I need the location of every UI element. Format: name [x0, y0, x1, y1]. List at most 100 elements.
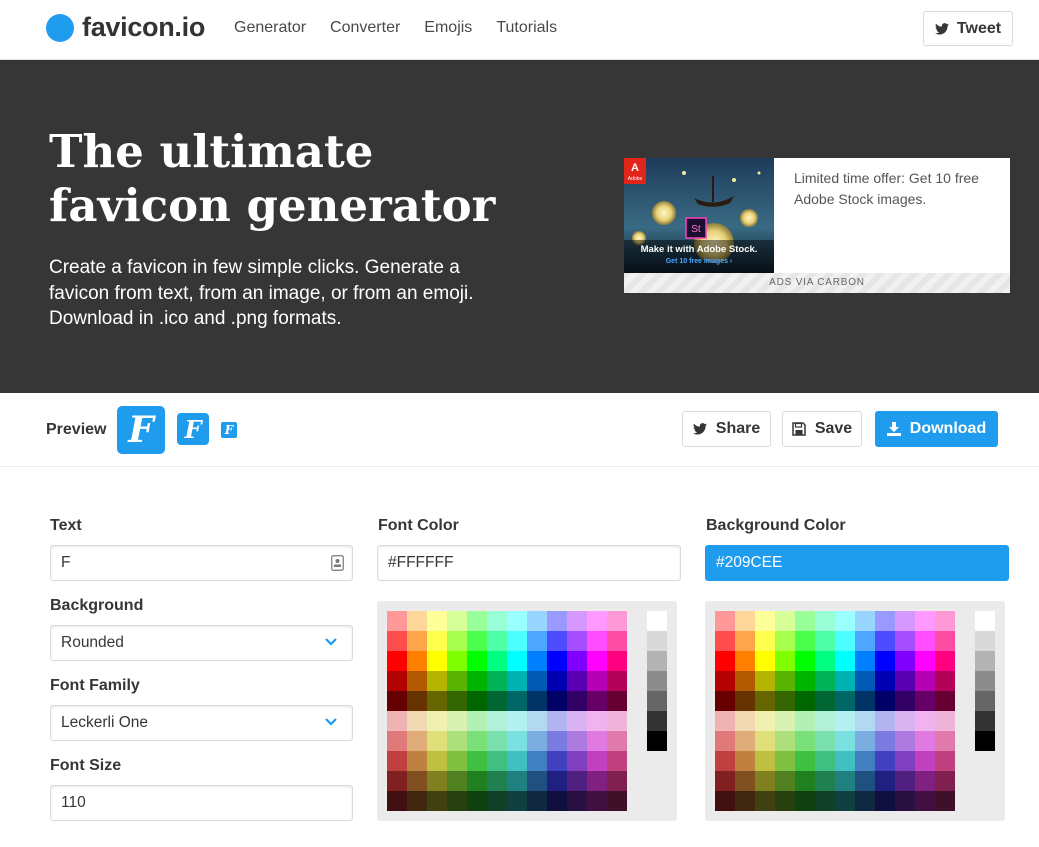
color-swatch[interactable] — [895, 751, 915, 771]
tweet-button[interactable]: Tweet — [923, 11, 1013, 46]
color-swatch[interactable] — [735, 731, 755, 751]
color-swatch[interactable] — [935, 711, 955, 731]
color-swatch[interactable] — [527, 691, 547, 711]
color-swatch[interactable] — [407, 751, 427, 771]
color-swatch[interactable] — [735, 611, 755, 631]
color-swatch[interactable] — [447, 791, 467, 811]
color-swatch[interactable] — [527, 671, 547, 691]
color-swatch[interactable] — [875, 611, 895, 631]
color-swatch[interactable] — [567, 791, 587, 811]
color-swatch[interactable] — [467, 711, 487, 731]
color-swatch[interactable] — [487, 671, 507, 691]
color-swatch[interactable] — [607, 651, 627, 671]
color-swatch[interactable] — [447, 771, 467, 791]
color-swatch[interactable] — [875, 771, 895, 791]
color-swatch[interactable] — [487, 611, 507, 631]
color-swatch[interactable] — [895, 671, 915, 691]
color-swatch[interactable] — [567, 751, 587, 771]
gray-swatch[interactable] — [647, 611, 667, 631]
nav-link-emojis[interactable]: Emojis — [424, 19, 472, 37]
color-swatch[interactable] — [507, 611, 527, 631]
color-swatch[interactable] — [547, 771, 567, 791]
color-swatch[interactable] — [875, 731, 895, 751]
color-swatch[interactable] — [815, 691, 835, 711]
color-swatch[interactable] — [715, 631, 735, 651]
gray-swatch[interactable] — [975, 631, 995, 651]
color-swatch[interactable] — [835, 671, 855, 691]
color-swatch[interactable] — [527, 791, 547, 811]
color-swatch[interactable] — [815, 751, 835, 771]
color-swatch[interactable] — [487, 631, 507, 651]
color-swatch[interactable] — [507, 711, 527, 731]
color-swatch[interactable] — [387, 771, 407, 791]
gray-swatch[interactable] — [647, 651, 667, 671]
color-swatch[interactable] — [895, 771, 915, 791]
color-swatch[interactable] — [427, 711, 447, 731]
color-swatch[interactable] — [755, 691, 775, 711]
color-swatch[interactable] — [527, 611, 547, 631]
color-swatch[interactable] — [387, 791, 407, 811]
color-swatch[interactable] — [607, 731, 627, 751]
color-swatch[interactable] — [795, 651, 815, 671]
color-swatch[interactable] — [427, 631, 447, 651]
gray-swatch[interactable] — [975, 671, 995, 691]
color-swatch[interactable] — [527, 771, 547, 791]
color-swatch[interactable] — [895, 651, 915, 671]
color-swatch[interactable] — [567, 691, 587, 711]
color-swatch[interactable] — [855, 731, 875, 751]
color-swatch[interactable] — [507, 671, 527, 691]
color-swatch[interactable] — [835, 691, 855, 711]
color-swatch[interactable] — [855, 791, 875, 811]
color-swatch[interactable] — [467, 671, 487, 691]
color-swatch[interactable] — [487, 731, 507, 751]
nav-link-converter[interactable]: Converter — [330, 19, 400, 37]
color-swatch[interactable] — [427, 651, 447, 671]
color-swatch[interactable] — [915, 711, 935, 731]
color-swatch[interactable] — [835, 651, 855, 671]
color-swatch[interactable] — [427, 691, 447, 711]
color-swatch[interactable] — [735, 751, 755, 771]
color-swatch[interactable] — [567, 651, 587, 671]
color-swatch[interactable] — [427, 731, 447, 751]
color-swatch[interactable] — [775, 651, 795, 671]
color-swatch[interactable] — [735, 791, 755, 811]
color-swatch[interactable] — [447, 611, 467, 631]
color-swatch[interactable] — [467, 651, 487, 671]
color-swatch[interactable] — [715, 771, 735, 791]
color-swatch[interactable] — [587, 771, 607, 791]
color-swatch[interactable] — [715, 671, 735, 691]
color-swatch[interactable] — [547, 671, 567, 691]
color-swatch[interactable] — [387, 671, 407, 691]
color-swatch[interactable] — [795, 791, 815, 811]
color-swatch[interactable] — [567, 631, 587, 651]
color-swatch[interactable] — [527, 731, 547, 751]
color-swatch[interactable] — [427, 611, 447, 631]
color-swatch[interactable] — [387, 631, 407, 651]
color-swatch[interactable] — [715, 731, 735, 751]
color-swatch[interactable] — [815, 611, 835, 631]
color-swatch[interactable] — [607, 771, 627, 791]
color-swatch[interactable] — [487, 751, 507, 771]
color-swatch[interactable] — [815, 711, 835, 731]
color-swatch[interactable] — [487, 771, 507, 791]
color-swatch[interactable] — [487, 651, 507, 671]
color-swatch[interactable] — [775, 611, 795, 631]
color-swatch[interactable] — [487, 791, 507, 811]
color-swatch[interactable] — [547, 691, 567, 711]
color-swatch[interactable] — [527, 751, 547, 771]
color-swatch[interactable] — [755, 711, 775, 731]
color-swatch[interactable] — [875, 751, 895, 771]
color-swatch[interactable] — [775, 691, 795, 711]
gray-swatch[interactable] — [647, 631, 667, 651]
color-swatch[interactable] — [407, 711, 427, 731]
color-swatch[interactable] — [607, 611, 627, 631]
color-swatch[interactable] — [735, 631, 755, 651]
color-swatch[interactable] — [835, 731, 855, 751]
color-swatch[interactable] — [607, 671, 627, 691]
color-swatch[interactable] — [427, 751, 447, 771]
color-swatch[interactable] — [567, 771, 587, 791]
color-swatch[interactable] — [935, 731, 955, 751]
brand-logo[interactable]: favicon.io — [46, 12, 205, 43]
color-swatch[interactable] — [815, 651, 835, 671]
color-swatch[interactable] — [775, 771, 795, 791]
